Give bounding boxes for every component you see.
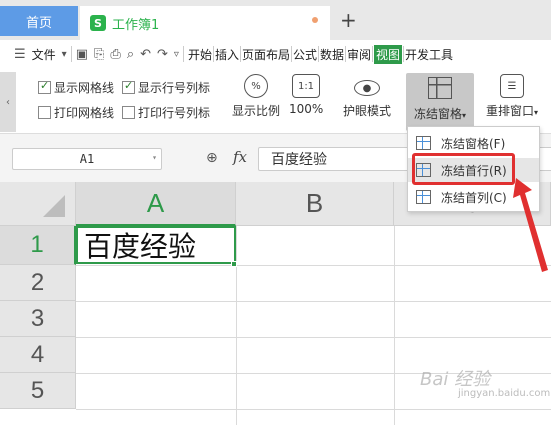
more-icon[interactable]: ▿: [174, 49, 179, 60]
freeze-panes-label: 冻结窗格: [413, 107, 462, 121]
menu-item-label: 冻结首列(C): [441, 190, 507, 205]
zoom-100-label: 100%: [289, 102, 324, 116]
menu-item-data[interactable]: 数据: [320, 46, 344, 63]
chevron-down-icon: ▾: [462, 111, 467, 120]
checkbox-checked-icon[interactable]: [122, 79, 135, 94]
tab-home[interactable]: 首页: [0, 6, 78, 36]
eye-mode-button[interactable]: ● 护眼模式: [340, 74, 394, 119]
eye-mode-label: 护眼模式: [342, 104, 391, 118]
row-header-5[interactable]: 5: [0, 373, 76, 409]
select-all-icon: [43, 195, 65, 217]
checkbox-checked-icon[interactable]: [38, 79, 51, 94]
tab-bar: 首页 S 工作簿1 +: [0, 0, 551, 40]
zoom-1to1-icon: 1:1: [292, 74, 320, 98]
name-box-value: A1: [79, 152, 95, 166]
row-header-3[interactable]: 3: [0, 301, 76, 337]
name-box[interactable]: A1 ▾: [12, 148, 162, 170]
row-header-2[interactable]: 2: [0, 265, 76, 301]
ribbon-scroll-left-icon[interactable]: ‹: [0, 72, 16, 132]
menu-item-developer[interactable]: 开发工具: [405, 46, 453, 63]
freeze-grid-icon: [428, 77, 452, 99]
print-gridlines-label: 打印网格线: [54, 106, 115, 120]
red-arrow-icon: [513, 178, 548, 272]
highlight-box: [412, 153, 515, 185]
checkbox-unchecked-icon[interactable]: [122, 106, 135, 119]
grid-line: [76, 301, 551, 302]
cell-a1[interactable]: 百度经验: [76, 226, 236, 264]
save-icon[interactable]: ▣: [76, 47, 88, 62]
print-headings-option[interactable]: 打印行号列标: [122, 104, 210, 121]
menu-separator: [403, 46, 405, 62]
arrange-windows-label: 重排窗口: [485, 104, 534, 118]
menu-item-view[interactable]: 视图: [374, 44, 403, 64]
menu-separator: [318, 46, 319, 62]
grid-line: [394, 226, 395, 425]
print-preview-icon[interactable]: ⌕: [127, 47, 134, 62]
chevron-down-icon[interactable]: ▾: [152, 153, 157, 162]
menu-separator: [290, 46, 292, 62]
select-all-corner[interactable]: [0, 182, 76, 226]
zoom-search-icon[interactable]: ⊕: [206, 150, 218, 166]
grid-line: [236, 226, 237, 425]
print-icon[interactable]: ⎙: [110, 47, 120, 62]
row-header-1[interactable]: 1: [0, 226, 76, 265]
grid-line: [76, 337, 551, 338]
menu-separator: [372, 46, 374, 62]
unsaved-dot-icon: [312, 17, 318, 23]
fill-handle[interactable]: [231, 261, 237, 267]
tab-workbook-label: 工作簿1: [112, 17, 160, 33]
chevron-down-icon: ▾: [534, 108, 539, 117]
eye-icon: ●: [354, 80, 380, 96]
menu-separator: [182, 46, 184, 62]
zoom-100-button[interactable]: 1:1 100%: [289, 74, 323, 116]
menu-item-start[interactable]: 开始: [188, 46, 212, 63]
undo-icon[interactable]: ↶: [140, 47, 151, 62]
freeze-first-column-icon: [416, 190, 431, 204]
arrange-windows-icon: ☰: [500, 74, 524, 98]
zoom-ratio-label: 显示比例: [231, 104, 280, 118]
column-header-a[interactable]: A: [76, 182, 236, 226]
chevron-down-icon[interactable]: ▾: [62, 49, 67, 60]
freeze-panes-button[interactable]: 冻结窗格▾: [406, 73, 474, 131]
show-gridlines-label: 显示网格线: [54, 81, 115, 95]
print-headings-label: 打印行号列标: [138, 106, 211, 120]
new-tab-button[interactable]: +: [340, 8, 357, 32]
row-header-4[interactable]: 4: [0, 337, 76, 373]
show-gridlines-option[interactable]: 显示网格线: [38, 79, 114, 96]
zoom-ratio-button[interactable]: % 显示比例: [230, 74, 282, 119]
spreadsheet-logo-icon: S: [90, 15, 106, 31]
watermark-url: jingyan.baidu.com: [458, 388, 551, 399]
print-gridlines-option[interactable]: 打印网格线: [38, 104, 114, 121]
column-header-b[interactable]: B: [236, 182, 394, 226]
function-icon[interactable]: fx: [233, 148, 247, 166]
tab-workbook[interactable]: S 工作簿1: [80, 6, 330, 40]
hamburger-icon[interactable]: ☰: [14, 47, 26, 62]
show-headings-option[interactable]: 显示行号列标: [122, 79, 210, 96]
arrange-windows-button[interactable]: ☰ 重排窗口▾: [480, 74, 544, 119]
menu-item-label: 冻结窗格(F): [441, 136, 506, 151]
ribbon: ‹ 显示网格线 显示行号列标 打印网格线 打印行号列标 % 显示比例 1:1 1…: [0, 68, 551, 134]
grid-line: [76, 265, 551, 266]
menu-separator: [70, 46, 72, 62]
menu-file[interactable]: 文件: [32, 46, 56, 63]
zoom-percent-icon: %: [244, 74, 268, 98]
menu-bar: ☰ 文件 ▾ ▣ ⎘ ⎙ ⌕ ↶ ↷ ▿ 开始 插入 页面布局 公式 数据 审阅…: [0, 40, 551, 68]
menu-separator: [239, 46, 241, 62]
menu-item-freeze-panes[interactable]: 冻结窗格(F): [408, 131, 539, 155]
redo-icon[interactable]: ↷: [157, 47, 168, 62]
checkbox-unchecked-icon[interactable]: [38, 106, 51, 119]
freeze-panes-icon: [416, 136, 431, 150]
grid-line: [76, 409, 551, 410]
menu-item-insert[interactable]: 插入: [215, 46, 239, 63]
menu-separator: [212, 46, 214, 62]
menu-item-page-layout[interactable]: 页面布局: [242, 46, 290, 63]
menu-item-review[interactable]: 审阅: [347, 46, 371, 63]
show-headings-label: 显示行号列标: [138, 81, 211, 95]
open-icon[interactable]: ⎘: [94, 47, 104, 62]
menu-separator: [345, 46, 347, 62]
menu-item-formula[interactable]: 公式: [293, 46, 317, 63]
